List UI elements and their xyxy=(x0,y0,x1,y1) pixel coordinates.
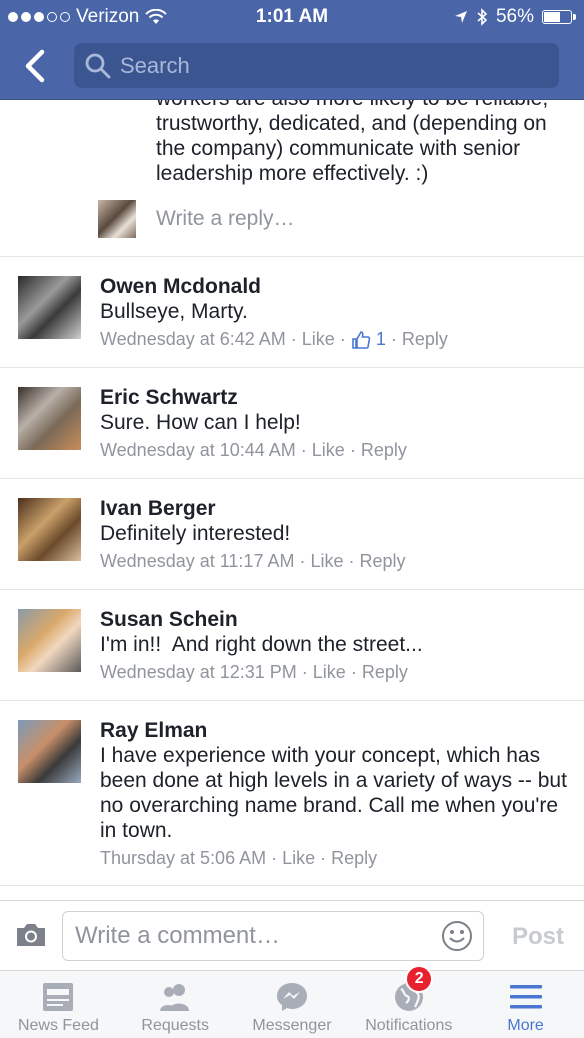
commenter-name[interactable]: Owen Mcdonald xyxy=(100,275,261,299)
avatar[interactable] xyxy=(18,720,81,783)
post-button[interactable]: Post xyxy=(512,923,564,951)
separator: · xyxy=(299,551,306,571)
tab-requests[interactable]: Requests xyxy=(117,971,234,1038)
reply-link[interactable]: Reply xyxy=(361,440,407,461)
like-link[interactable]: Like xyxy=(302,329,335,350)
comment-text: I'm in!! And right down the street... xyxy=(100,633,423,656)
separator: · xyxy=(348,551,355,571)
avatar[interactable] xyxy=(18,387,81,450)
separator: · xyxy=(349,440,356,460)
separator: · xyxy=(390,329,397,349)
commenter-name[interactable]: Susan Schein xyxy=(100,608,238,632)
tab-news-feed[interactable]: News Feed xyxy=(0,971,117,1038)
tab-label: Messenger xyxy=(252,1017,332,1034)
avatar[interactable] xyxy=(18,609,81,672)
battery-fill xyxy=(544,12,560,22)
comment-thread: workers are also more likely to be relia… xyxy=(0,100,584,900)
comment-meta: Wednesday at 10:44 AM · Like · Reply xyxy=(100,440,407,461)
reply-link[interactable]: Reply xyxy=(360,551,406,572)
comment-time: Wednesday at 11:17 AM xyxy=(100,551,295,571)
tab-label: Notifications xyxy=(365,1017,453,1034)
search-bar[interactable] xyxy=(74,43,559,88)
separator: · xyxy=(301,662,308,682)
write-reply-placeholder[interactable]: Write a reply… xyxy=(156,207,294,231)
comment-item: Ivan Berger Definitely interested! Wedne… xyxy=(0,478,584,589)
status-bar: Verizon 1:01 AM 56% xyxy=(0,0,584,34)
reply-link[interactable]: Reply xyxy=(331,848,377,869)
location-arrow-icon xyxy=(454,11,467,23)
my-avatar xyxy=(98,200,136,238)
battery-percent: 56% xyxy=(495,6,534,27)
comment-text: Sure. How can I help! xyxy=(100,411,301,434)
separator: · xyxy=(271,848,278,868)
top-header: Verizon 1:01 AM 56% xyxy=(0,0,584,100)
avatar[interactable] xyxy=(18,276,81,339)
menu-icon xyxy=(509,985,542,1009)
commenter-name[interactable]: Ray Elman xyxy=(100,719,207,743)
tab-more[interactable]: More xyxy=(467,971,584,1038)
like-link[interactable]: Like xyxy=(313,662,346,683)
thumbs-up-icon xyxy=(352,330,371,349)
reply-composer[interactable]: Write a reply… xyxy=(98,200,294,238)
comment-text: I have experience with your concept, whi… xyxy=(100,744,567,842)
search-input[interactable] xyxy=(120,52,540,79)
battery-icon xyxy=(542,10,576,24)
like-link[interactable]: Like xyxy=(282,848,315,869)
comment-meta: Wednesday at 12:31 PM · Like · Reply xyxy=(100,662,408,683)
comment-meta: Thursday at 5:06 AM · Like · Reply xyxy=(100,848,377,869)
comment-item: Owen Mcdonald Bullseye, Marty. Wednesday… xyxy=(0,256,584,367)
comment-text: Bullseye, Marty. xyxy=(100,300,248,323)
like-link[interactable]: Like xyxy=(310,551,343,572)
tab-bar: News Feed Requests Messenger 2 Notificat… xyxy=(0,965,584,1038)
search-icon xyxy=(85,53,111,78)
notification-badge: 2 xyxy=(405,965,434,993)
comment-time: Wednesday at 10:44 AM xyxy=(100,440,296,460)
reply-link[interactable]: Reply xyxy=(402,329,448,350)
camera-icon[interactable] xyxy=(14,921,48,949)
news-feed-icon xyxy=(43,983,74,1011)
emoji-icon[interactable] xyxy=(441,920,473,952)
tab-label: News Feed xyxy=(17,1017,99,1034)
comment-field[interactable] xyxy=(62,911,484,961)
commenter-name[interactable]: Eric Schwartz xyxy=(100,386,238,410)
friends-icon xyxy=(160,984,190,1011)
bluetooth-icon xyxy=(477,8,488,26)
comment-item: Eric Schwartz Sure. How can I help! Wedn… xyxy=(0,367,584,478)
tab-label: More xyxy=(507,1017,544,1034)
reply-link[interactable]: Reply xyxy=(362,662,408,683)
partial-comment-text: workers are also more likely to be relia… xyxy=(156,100,548,185)
comment-time: Wednesday at 6:42 AM xyxy=(100,329,286,349)
commenter-name[interactable]: Ivan Berger xyxy=(100,497,216,521)
separator: · xyxy=(339,329,346,349)
comment-text: Definitely interested! xyxy=(100,522,291,545)
status-right: 56% xyxy=(454,6,576,28)
comment-item: Ray Elman I have experience with your co… xyxy=(0,700,584,886)
separator: · xyxy=(320,848,327,868)
separator: · xyxy=(290,329,297,349)
tab-messenger[interactable]: Messenger xyxy=(234,971,351,1038)
like-count[interactable]: 1 xyxy=(376,329,386,350)
avatar[interactable] xyxy=(18,498,81,561)
back-chevron-icon[interactable] xyxy=(18,48,52,84)
comment-meta: Wednesday at 6:42 AM · Like · 1 · Reply xyxy=(100,329,448,350)
comment-time: Thursday at 5:06 AM xyxy=(100,848,267,868)
messenger-icon xyxy=(276,983,307,1011)
comment-input[interactable] xyxy=(75,922,435,950)
comment-item: Susan Schein I'm in!! And right down the… xyxy=(0,589,584,700)
comment-composer: Post xyxy=(0,900,584,970)
tab-notifications[interactable]: 2 Notifications xyxy=(350,965,467,1038)
separator: · xyxy=(350,662,357,682)
tab-label: Requests xyxy=(141,1017,209,1034)
like-link[interactable]: Like xyxy=(312,440,345,461)
comment-meta: Wednesday at 11:17 AM · Like · Reply xyxy=(100,551,406,572)
separator: · xyxy=(300,440,307,460)
comment-time: Wednesday at 12:31 PM xyxy=(100,662,297,682)
